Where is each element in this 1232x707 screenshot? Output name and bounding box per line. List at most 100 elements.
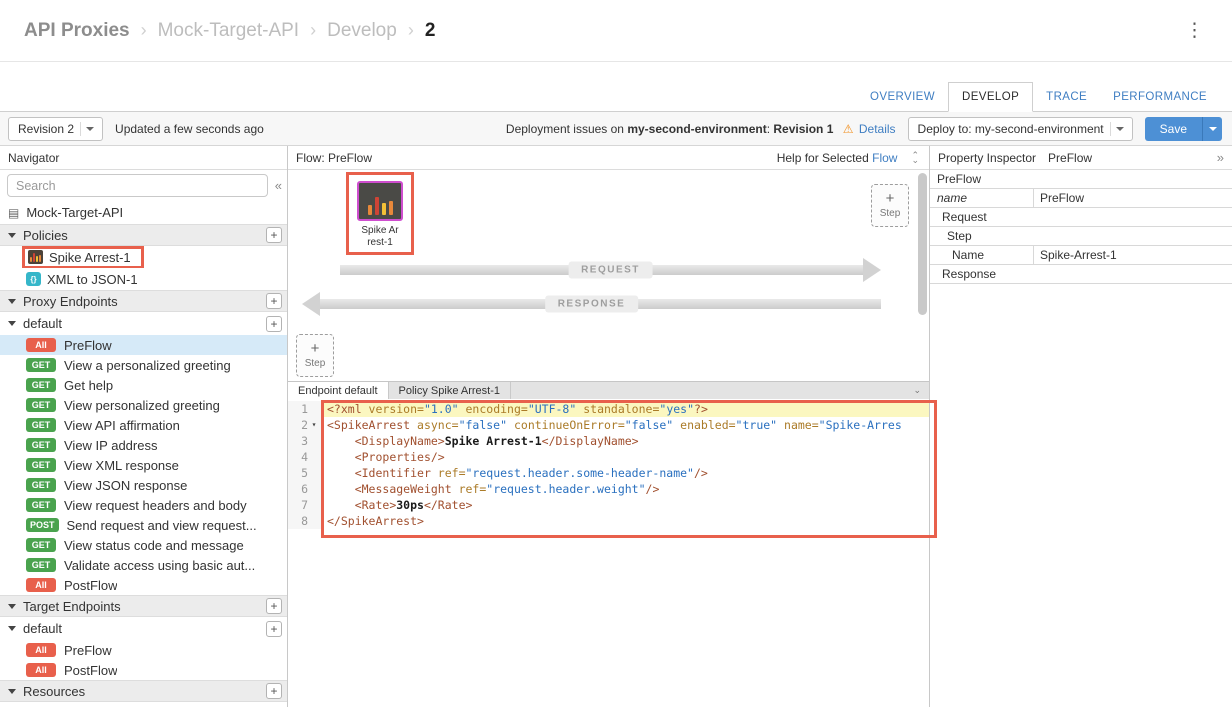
add-button[interactable]: +: [266, 598, 282, 614]
tab-overview[interactable]: OVERVIEW: [857, 83, 948, 111]
tree-section-label: default: [23, 316, 62, 331]
code-content[interactable]: <?xml version="1.0" encoding="UTF-8" sta…: [322, 401, 929, 417]
method-badge: GET: [26, 538, 56, 552]
flow-scrollbar-thumb[interactable]: [918, 173, 927, 315]
tree-flow-view-status-code-and-message[interactable]: GETView status code and message: [0, 535, 287, 555]
details-link[interactable]: Details: [859, 122, 896, 136]
nav-tabs: OVERVIEWDEVELOPTRACEPERFORMANCE: [0, 62, 1232, 112]
flow-help-link[interactable]: Flow: [872, 151, 897, 165]
tree-flow-preflow[interactable]: AllPreFlow: [0, 335, 287, 355]
tree-section-resources[interactable]: Resources+: [0, 680, 287, 702]
tree-policy-spike-arrest-1[interactable]: Spike Arrest-1: [0, 246, 287, 268]
line-number: 8: [288, 513, 322, 529]
code-editor: 1<?xml version="1.0" encoding="UTF-8" st…: [288, 399, 929, 707]
inspector-row-name[interactable]: NameSpike-Arrest-1: [930, 246, 1232, 265]
tree-section-proxy-endpoints[interactable]: Proxy Endpoints +: [0, 290, 287, 312]
inspector-row-request[interactable]: Request: [930, 208, 1232, 227]
save-dropdown-caret-icon[interactable]: [1202, 117, 1222, 141]
tree-item-label: View personalized greeting: [64, 398, 220, 413]
code-content[interactable]: <Identifier ref="request.header.some-hea…: [322, 465, 929, 481]
editor-tab-policy-spike-arrest-1[interactable]: Policy Spike Arrest-1: [389, 382, 511, 399]
flow-canvas: Spike Ar rest-1 + Step REQUEST RESPONSE …: [288, 170, 929, 381]
tree-flow-send-request-and-view-request[interactable]: POSTSend request and view request...: [0, 515, 287, 535]
inspector-value[interactable]: PreFlow: [1034, 189, 1232, 207]
code-content[interactable]: <MessageWeight ref="request.header.weigh…: [322, 481, 929, 497]
tree-flow-postflow[interactable]: AllPostFlow: [0, 575, 287, 595]
tree-section-default[interactable]: default+: [0, 617, 287, 640]
method-badge: GET: [26, 398, 56, 412]
inspector-label: Response: [930, 265, 996, 283]
tree-flow-postflow[interactable]: AllPostFlow: [0, 660, 287, 680]
tree-flow-get-help[interactable]: GETGet help: [0, 375, 287, 395]
code-content[interactable]: <SpikeArrest async="false" continueOnErr…: [322, 417, 929, 433]
expand-inspector-icon[interactable]: »: [1217, 150, 1224, 165]
search-input[interactable]: [7, 174, 268, 197]
code-content[interactable]: </SpikeArrest>: [322, 513, 929, 529]
code-line-8: 8</SpikeArrest>: [288, 513, 929, 529]
inspector-table: PreFlownamePreFlowRequestStepNameSpike-A…: [930, 170, 1232, 284]
tree-section-policies[interactable]: Policies +: [0, 224, 287, 246]
method-badge: All: [26, 578, 56, 592]
save-button[interactable]: Save: [1145, 117, 1222, 141]
inspector-row-response[interactable]: Response: [930, 265, 1232, 284]
tab-develop[interactable]: DEVELOP: [948, 82, 1033, 112]
request-flow-arrow: REQUEST: [340, 258, 881, 282]
inspector-subtitle: PreFlow: [1048, 151, 1092, 165]
tree-item-label: PreFlow: [64, 338, 112, 353]
flow-scrollbar[interactable]: [918, 173, 927, 333]
method-badge: All: [26, 663, 56, 677]
inspector-row-name[interactable]: namePreFlow: [930, 189, 1232, 208]
tree-policy-xml-to-json-1[interactable]: {}XML to JSON-1: [0, 268, 287, 290]
inspector-row-step[interactable]: Step: [930, 227, 1232, 246]
breadcrumb-proxy-name[interactable]: Mock-Target-API: [158, 20, 299, 42]
code-content[interactable]: <DisplayName>Spike Arrest-1</DisplayName…: [322, 433, 929, 449]
method-badge: GET: [26, 478, 56, 492]
breadcrumb-api-proxies[interactable]: API Proxies: [24, 20, 130, 42]
tree-section-label: Proxy Endpoints: [23, 294, 118, 309]
method-badge: GET: [26, 438, 56, 452]
flow-node-spike-arrest[interactable]: [357, 181, 403, 221]
tree-flow-view-xml-response[interactable]: GETView XML response: [0, 455, 287, 475]
add-button[interactable]: +: [266, 621, 282, 637]
tree-flow-view-request-headers-and-body[interactable]: GETView request headers and body: [0, 495, 287, 515]
tree-flow-view-api-affirmation[interactable]: GETView API affirmation: [0, 415, 287, 435]
add-step-button-response[interactable]: + Step: [296, 334, 334, 377]
tree-flow-validate-access-using-basic-aut[interactable]: GETValidate access using basic aut...: [0, 555, 287, 575]
property-inspector-panel: Property Inspector PreFlow » PreFlowname…: [929, 146, 1232, 707]
tree-section-target-endpoints[interactable]: Target Endpoints+: [0, 595, 287, 617]
tree-flow-view-ip-address[interactable]: GETView IP address: [0, 435, 287, 455]
add-button[interactable]: +: [266, 683, 282, 699]
fold-icon[interactable]: ▾: [308, 417, 320, 433]
add-button[interactable]: +: [266, 293, 282, 309]
tree-flow-view-personalized-greeting[interactable]: GET View personalized greeting: [0, 395, 287, 415]
collapse-navigator-icon[interactable]: «: [275, 178, 282, 193]
tree-flow-preflow[interactable]: AllPreFlow: [0, 640, 287, 660]
flow-help-text: Help for Selected: [777, 151, 869, 165]
editor-tabs-caret-icon[interactable]: ⌄: [905, 382, 929, 399]
method-badge: GET: [26, 498, 56, 512]
save-button-label[interactable]: Save: [1145, 117, 1202, 141]
tree-section-default[interactable]: default +: [0, 312, 287, 335]
tree-section-label: Policies: [23, 228, 68, 243]
tab-performance[interactable]: PERFORMANCE: [1100, 83, 1220, 111]
code-content[interactable]: <Properties/>: [322, 449, 929, 465]
kebab-menu-icon[interactable]: ⋮: [1181, 19, 1208, 42]
tree-flow-view-json-response[interactable]: GETView JSON response: [0, 475, 287, 495]
deploy-select[interactable]: Deploy to: my-second-environment: [908, 117, 1133, 141]
tree-item-mock-target-api[interactable]: ▤Mock-Target-API: [0, 201, 287, 224]
code-editor-lines[interactable]: 1<?xml version="1.0" encoding="UTF-8" st…: [288, 399, 929, 707]
add-button[interactable]: +: [266, 316, 282, 332]
add-step-button-request[interactable]: + Step: [871, 184, 909, 227]
collapse-flow-panel-icon[interactable]: ⌃ ⌄: [911, 153, 919, 163]
code-content[interactable]: <Rate>30ps</Rate>: [322, 497, 929, 513]
tree-flow-view-a-personalized-greeting[interactable]: GETView a personalized greeting: [0, 355, 287, 375]
inspector-header: Property Inspector PreFlow »: [930, 146, 1232, 170]
add-button[interactable]: +: [266, 227, 282, 243]
inspector-value[interactable]: Spike-Arrest-1: [1034, 246, 1232, 264]
tab-trace[interactable]: TRACE: [1033, 83, 1100, 111]
revision-select[interactable]: Revision 2: [8, 117, 103, 141]
inspector-label: Request: [930, 208, 987, 226]
editor-tab-endpoint-default[interactable]: Endpoint default: [288, 382, 389, 399]
breadcrumb-develop[interactable]: Develop: [327, 20, 397, 42]
inspector-row-preflow[interactable]: PreFlow: [930, 170, 1232, 189]
